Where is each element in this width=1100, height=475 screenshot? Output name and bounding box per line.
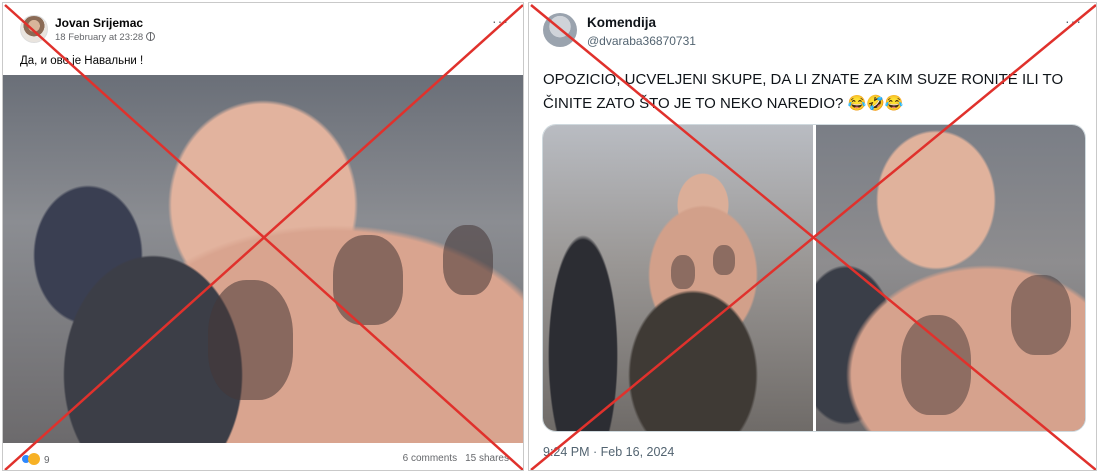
tweet-image-crowd[interactable] <box>543 125 813 431</box>
author-name[interactable]: Jovan Srijemac <box>55 16 143 30</box>
author-avatar[interactable] <box>543 13 577 47</box>
more-dots-icon[interactable]: ··· <box>1065 13 1082 29</box>
timestamp-text[interactable]: 18 February at 23:28 <box>55 32 143 43</box>
tweet-image-closeup[interactable] <box>816 125 1085 431</box>
sad-reaction-icon <box>28 453 40 465</box>
tweet-media <box>542 124 1086 432</box>
reactions-summary[interactable]: 9 <box>20 453 50 466</box>
tweet-date[interactable]: 9:24 PM · Feb 16, 2024 <box>543 445 674 459</box>
chest-tattoo <box>1011 275 1071 355</box>
more-dots-icon[interactable]: ··· <box>492 13 509 29</box>
chest-tattoo <box>208 280 293 400</box>
engagement-stats: 6 comments 15 shares <box>395 453 509 464</box>
post-text: Да, и ово је Навальни ! <box>20 55 144 67</box>
chest-tattoo <box>333 235 403 325</box>
facebook-post: Jovan Srijemac 18 February at 23:28 ··· … <box>2 2 524 471</box>
chest-tattoo <box>713 245 735 275</box>
comments-count[interactable]: 6 comments <box>403 453 457 464</box>
globe-icon <box>146 32 156 41</box>
author-avatar[interactable] <box>20 15 48 43</box>
shoulder-tattoo <box>443 225 493 295</box>
user-handle[interactable]: @dvaraba36870731 <box>587 34 696 48</box>
chest-tattoo <box>671 255 695 289</box>
post-timestamp[interactable]: 18 February at 23:28 <box>55 32 156 43</box>
post-photo[interactable] <box>3 75 523 443</box>
display-name[interactable]: Komendija <box>587 15 656 30</box>
reaction-count: 9 <box>44 455 50 466</box>
tweet-text: OPOZICIO, UCVELJENI SKUPE, DA LI ZNATE Z… <box>543 71 1064 112</box>
shares-count[interactable]: 15 shares <box>465 453 509 464</box>
chest-tattoo <box>901 315 971 415</box>
twitter-post: Komendija @dvaraba36870731 ··· OPOZICIO,… <box>528 2 1097 471</box>
